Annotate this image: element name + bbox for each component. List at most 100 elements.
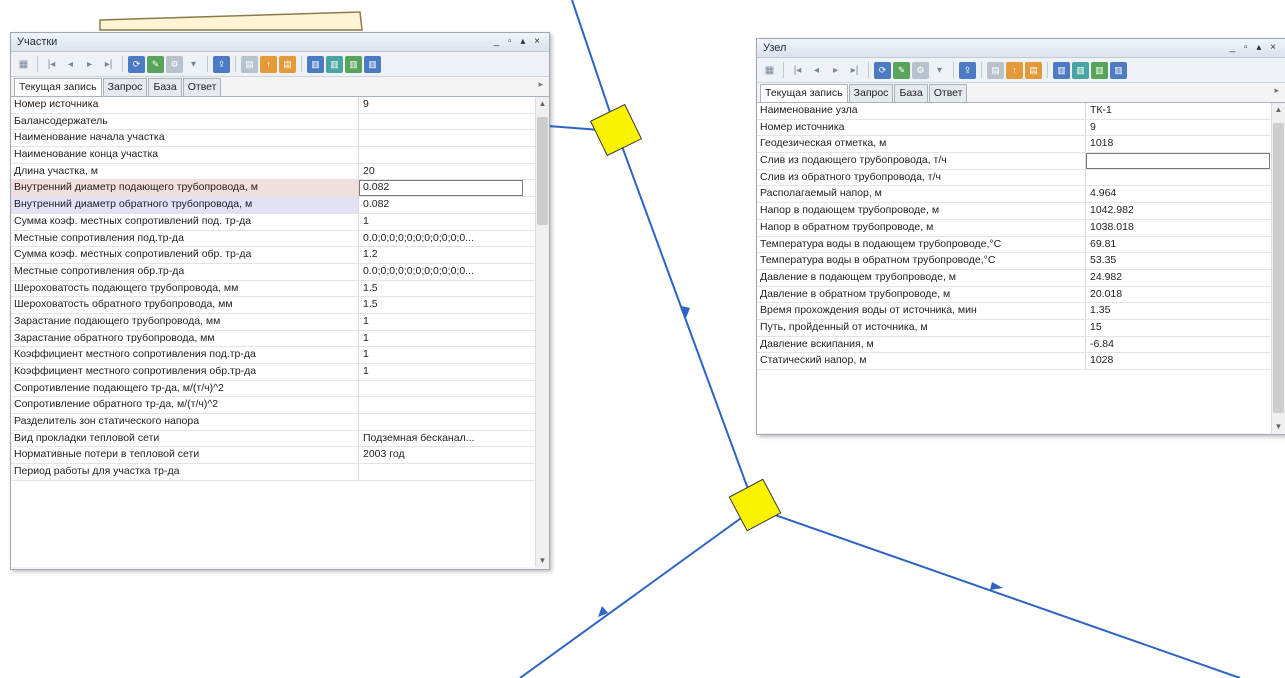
property-value[interactable]: [1086, 170, 1270, 186]
property-row[interactable]: Внутренний диаметр обратного трубопровод…: [11, 197, 549, 214]
property-row[interactable]: Сопротивление обратного тр-да, м/(т/ч)^2: [11, 397, 549, 415]
grid-icon[interactable]: ▦: [15, 56, 32, 73]
refresh-icon[interactable]: ⟳: [874, 61, 891, 79]
property-row[interactable]: Местные сопротивления под.тр-да 0.0;0;0;0…: [11, 230, 549, 248]
export-icon[interactable]: ⇪: [213, 55, 230, 73]
node-square-icon[interactable]: [589, 103, 643, 157]
scroll-up-icon[interactable]: ▲: [1272, 105, 1285, 114]
node-square-icon[interactable]: [728, 478, 782, 532]
scroll-down-icon[interactable]: ▼: [1272, 422, 1285, 431]
property-value[interactable]: 1: [359, 214, 523, 230]
last-record-icon[interactable]: ▸|: [100, 56, 117, 73]
export-icon[interactable]: ⇪: [959, 61, 976, 79]
tab-base[interactable]: База: [894, 84, 928, 102]
property-row[interactable]: Располагаемый напор, м 4.964: [757, 186, 1285, 204]
property-value[interactable]: 1028: [1086, 353, 1270, 369]
property-row[interactable]: Зарастание подающего трубопровода, мм 1: [11, 313, 549, 331]
property-value[interactable]: [359, 147, 523, 163]
property-row[interactable]: Балансодержатель: [11, 113, 549, 131]
property-value[interactable]: 0.0;0;0;0;0;0;0;0;0;0;0...: [359, 231, 523, 247]
property-row[interactable]: Наименование конца участка: [11, 147, 549, 164]
property-value[interactable]: 1: [359, 347, 523, 363]
uzel-scrollbar[interactable]: ▲ ▼: [1271, 103, 1285, 433]
property-value[interactable]: 0.0;0;0;0;0;0;0;0;0;0;0...: [359, 264, 523, 280]
grid-icon[interactable]: ▦: [761, 62, 778, 79]
property-row[interactable]: Давление вскипания, м -6.84: [757, 336, 1285, 354]
property-row[interactable]: Местные сопротивления обр.тр-да 0.0;0;0;0…: [11, 263, 549, 281]
property-row[interactable]: Статический напор, м 1028: [757, 353, 1285, 370]
property-row[interactable]: Сумма коэф. местных сопротивлений обр. т…: [11, 247, 549, 264]
property-row[interactable]: Коэффициент местного сопротивления обр.т…: [11, 364, 549, 381]
property-value[interactable]: 1.2: [359, 247, 523, 263]
property-value[interactable]: 69.81: [1086, 237, 1270, 253]
tabs-scroll-icon[interactable]: ▸: [1274, 85, 1279, 96]
property-value[interactable]: 1042.982: [1086, 203, 1270, 219]
property-value[interactable]: Подземная бесканал...: [359, 431, 523, 447]
pipe-segment-main[interactable]: [615, 129, 756, 509]
property-value[interactable]: [359, 464, 523, 480]
next-record-icon[interactable]: ▸: [81, 56, 98, 73]
refresh-icon[interactable]: ⟳: [128, 55, 145, 73]
report-edit-icon[interactable]: ▥: [1072, 61, 1089, 79]
property-value[interactable]: [1086, 153, 1270, 169]
edit-icon[interactable]: ✎: [893, 61, 910, 79]
property-value[interactable]: 1.5: [359, 281, 523, 297]
property-row[interactable]: Шероховатость подающего трубопровода, мм…: [11, 280, 549, 298]
property-value[interactable]: 4.964: [1086, 186, 1270, 202]
property-row[interactable]: Сопротивление подающего тр-да, м/(т/ч)^2: [11, 380, 549, 398]
property-row[interactable]: Период работы для участка тр-да: [11, 464, 549, 481]
uchastki-scrollbar[interactable]: ▲ ▼: [535, 97, 549, 567]
next-record-icon[interactable]: ▸: [827, 62, 844, 79]
property-value[interactable]: 1.35: [1086, 303, 1270, 319]
tab-query[interactable]: Запрос: [848, 84, 894, 102]
property-row[interactable]: Номер источника 9: [757, 119, 1285, 137]
scroll-thumb[interactable]: [1273, 123, 1284, 413]
first-record-icon[interactable]: |◂: [43, 56, 60, 73]
property-row[interactable]: Температура воды в подающем трубопроводе…: [757, 236, 1285, 254]
property-value[interactable]: 9: [1086, 120, 1270, 136]
property-row[interactable]: Наименование начала участка: [11, 130, 549, 148]
property-row[interactable]: Длина участка, м 20: [11, 163, 549, 181]
tab-current-record[interactable]: Текущая запись: [14, 78, 102, 96]
scroll-down-icon[interactable]: ▼: [536, 556, 549, 565]
property-value[interactable]: 1018: [1086, 136, 1270, 152]
property-value[interactable]: 9: [359, 97, 523, 113]
prev-record-icon[interactable]: ◂: [62, 56, 79, 73]
property-row[interactable]: Напор в подающем трубопроводе, м 1042.982: [757, 203, 1285, 220]
property-row[interactable]: Нормативные потери в тепловой сети 2003 г…: [11, 447, 549, 465]
last-record-icon[interactable]: ▸|: [846, 62, 863, 79]
dropdown-icon[interactable]: ▾: [185, 56, 202, 73]
property-value[interactable]: 1: [359, 331, 523, 347]
report-icon[interactable]: ▥: [1053, 61, 1070, 79]
property-value[interactable]: ТК-1: [1086, 103, 1270, 119]
report-blue-icon[interactable]: ▥: [364, 55, 381, 73]
property-row[interactable]: Зарастание обратного трубопровода, мм 1: [11, 330, 549, 348]
property-value[interactable]: 1038.018: [1086, 220, 1270, 236]
property-value[interactable]: 1: [359, 364, 523, 380]
property-value[interactable]: -6.84: [1086, 337, 1270, 353]
property-value[interactable]: 2003 год: [359, 447, 523, 463]
scroll-thumb[interactable]: [537, 117, 548, 225]
property-value[interactable]: 20.018: [1086, 287, 1270, 303]
doc-orange-icon[interactable]: ▤: [279, 55, 296, 73]
property-value[interactable]: [359, 130, 523, 146]
property-row[interactable]: Давление в обратном трубопроводе, м 20.01…: [757, 286, 1285, 304]
property-row[interactable]: Разделитель зон статического напора: [11, 414, 549, 431]
prev-record-icon[interactable]: ◂: [808, 62, 825, 79]
property-row[interactable]: Слив из обратного трубопровода, т/ч: [757, 169, 1285, 187]
property-row[interactable]: Слив из подающего трубопровода, т/ч: [757, 153, 1285, 170]
property-row[interactable]: Шероховатость обратного трубопровода, мм…: [11, 297, 549, 314]
tab-answer[interactable]: Ответ: [928, 84, 968, 102]
property-row[interactable]: Температура воды в обратном трубопроводе…: [757, 253, 1285, 270]
tab-query[interactable]: Запрос: [102, 78, 148, 96]
property-value[interactable]: [359, 397, 523, 413]
scroll-up-icon[interactable]: ▲: [536, 99, 549, 108]
doc-icon[interactable]: ▤: [987, 61, 1004, 79]
property-row[interactable]: Коэффициент местного сопротивления под.т…: [11, 347, 549, 364]
doc-icon[interactable]: ▤: [241, 55, 258, 73]
property-row[interactable]: Вид прокладки тепловой сети Подземная бес…: [11, 430, 549, 448]
property-value[interactable]: 20: [359, 164, 523, 180]
report-blue-icon[interactable]: ▥: [1110, 61, 1127, 79]
property-value[interactable]: [359, 114, 523, 130]
property-row[interactable]: Время прохождения воды от источника, мин…: [757, 303, 1285, 320]
